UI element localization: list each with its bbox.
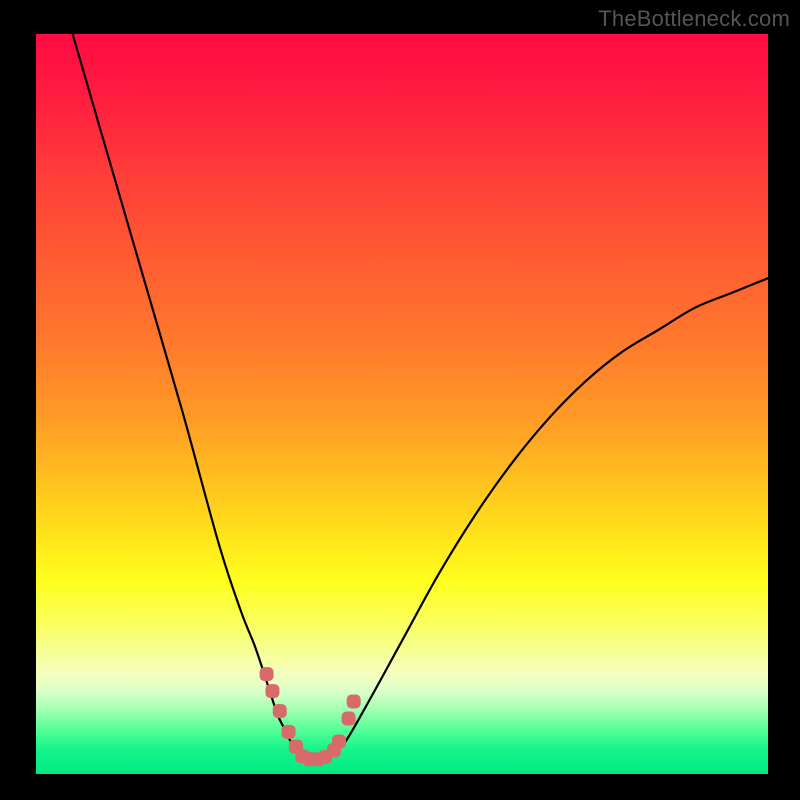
marker-dot [347, 694, 361, 708]
highlight-markers [260, 667, 361, 766]
marker-dot [282, 725, 296, 739]
curve-svg [36, 34, 768, 774]
chart-frame: TheBottleneck.com [0, 0, 800, 800]
bottleneck-curve [73, 34, 768, 759]
marker-dot [273, 704, 287, 718]
marker-dot [265, 684, 279, 698]
marker-dot [260, 667, 274, 681]
marker-dot [342, 712, 356, 726]
plot-area [36, 34, 768, 774]
marker-dot [332, 734, 346, 748]
watermark-text: TheBottleneck.com [598, 6, 790, 32]
